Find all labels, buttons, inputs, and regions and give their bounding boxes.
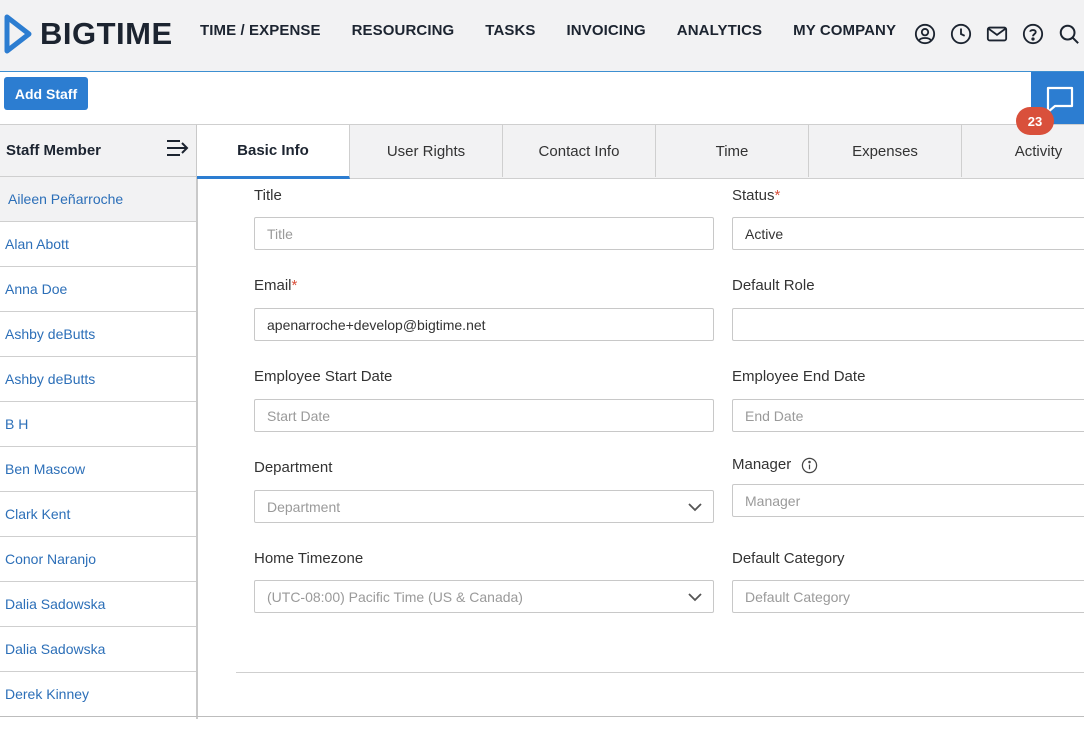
nav-invoicing[interactable]: INVOICING — [567, 22, 646, 39]
email-label: Email* — [254, 277, 297, 294]
status-label-text: Status — [732, 187, 775, 204]
staff-list-item[interactable]: B H — [0, 402, 196, 447]
department-select-value: Department — [267, 498, 341, 515]
clock-icon[interactable] — [949, 22, 973, 46]
nav-resourcing[interactable]: RESOURCING — [352, 22, 455, 39]
manager-label: Manager — [732, 456, 818, 474]
collapse-sidebar-icon[interactable] — [166, 138, 190, 163]
email-label-text: Email — [254, 277, 292, 294]
default-role-label: Default Role — [732, 277, 815, 294]
user-circle-icon[interactable] — [913, 22, 937, 46]
staff-list-item[interactable]: Clark Kent — [0, 492, 196, 537]
section-divider — [236, 672, 1084, 673]
start-date-label: Employee Start Date — [254, 368, 393, 385]
title-label: Title — [254, 187, 282, 204]
staff-tabs: Basic Info User Rights Contact Info Time… — [197, 124, 1084, 179]
manager-label-text: Manager — [732, 456, 792, 473]
timezone-select[interactable]: (UTC-08:00) Pacific Time (US & Canada) — [254, 580, 714, 613]
department-label: Department — [254, 459, 333, 476]
chevron-down-icon — [688, 503, 702, 512]
top-navigation-bar: BIGTIME TIME / EXPENSE RESOURCING TASKS … — [0, 0, 1084, 72]
add-staff-button[interactable]: Add Staff — [4, 77, 88, 110]
staff-list-item[interactable]: Anna Doe — [0, 267, 196, 312]
tab-time[interactable]: Time — [656, 125, 809, 177]
info-icon[interactable] — [801, 457, 818, 474]
title-input[interactable]: Title — [254, 217, 714, 250]
tab-basic-info[interactable]: Basic Info — [197, 125, 350, 179]
main-nav: TIME / EXPENSE RESOURCING TASKS INVOICIN… — [200, 22, 927, 39]
nav-icon-group — [913, 22, 1084, 46]
nav-my-company[interactable]: MY COMPANY — [793, 22, 896, 39]
bottom-border — [0, 716, 1084, 717]
nav-time-expense[interactable]: TIME / EXPENSE — [200, 22, 321, 39]
bigtime-logo[interactable]: BIGTIME — [4, 12, 173, 56]
tab-expenses[interactable]: Expenses — [809, 125, 962, 177]
timezone-label: Home Timezone — [254, 550, 364, 567]
chevron-down-icon — [688, 593, 702, 602]
mail-icon[interactable] — [985, 22, 1009, 46]
staff-list-item[interactable]: Dalia Sadowska — [0, 582, 196, 627]
required-asterisk: * — [774, 187, 781, 204]
staff-list-item[interactable]: Ben Mascow — [0, 447, 196, 492]
end-date-input[interactable]: End Date — [732, 399, 1084, 432]
required-asterisk: * — [291, 277, 298, 294]
status-select[interactable]: Active — [732, 217, 1084, 250]
logo-mark-icon — [4, 14, 32, 54]
default-category-input[interactable]: Default Category — [732, 580, 1084, 613]
staff-list-item[interactable]: Ashby deButts — [0, 312, 196, 357]
start-date-input[interactable]: Start Date — [254, 399, 714, 432]
staff-list-item[interactable]: Aileen Peñarroche — [0, 177, 196, 222]
tab-contact-info[interactable]: Contact Info — [503, 125, 656, 177]
staff-list-item[interactable]: Derek Kinney — [0, 672, 196, 717]
search-icon[interactable] — [1057, 22, 1081, 46]
staff-sidebar: Staff Member Aileen Peñarroche Alan Abot… — [0, 124, 198, 719]
staff-list-item[interactable]: Alan Abott — [0, 222, 196, 267]
default-category-label: Default Category — [732, 550, 845, 567]
timezone-select-value: (UTC-08:00) Pacific Time (US & Canada) — [267, 588, 523, 605]
sidebar-header: Staff Member — [0, 125, 196, 177]
department-select[interactable]: Department — [254, 490, 714, 523]
nav-tasks[interactable]: TASKS — [485, 22, 535, 39]
end-date-label: Employee End Date — [732, 368, 866, 385]
nav-analytics[interactable]: ANALYTICS — [677, 22, 762, 39]
default-role-select[interactable] — [732, 308, 1084, 341]
logo-text: BIGTIME — [40, 16, 173, 51]
staff-list-item[interactable]: Conor Naranjo — [0, 537, 196, 582]
tab-user-rights[interactable]: User Rights — [350, 125, 503, 177]
help-icon[interactable] — [1021, 22, 1045, 46]
status-label: Status* — [732, 187, 780, 204]
notification-badge[interactable]: 23 — [1016, 107, 1054, 135]
email-input[interactable]: apenarroche+develop@bigtime.net — [254, 308, 714, 341]
sidebar-title: Staff Member — [6, 142, 102, 159]
manager-input[interactable]: Manager — [732, 484, 1084, 517]
staff-list-item[interactable]: Ashby deButts — [0, 357, 196, 402]
staff-list-item[interactable]: Dalia Sadowska — [0, 627, 196, 672]
